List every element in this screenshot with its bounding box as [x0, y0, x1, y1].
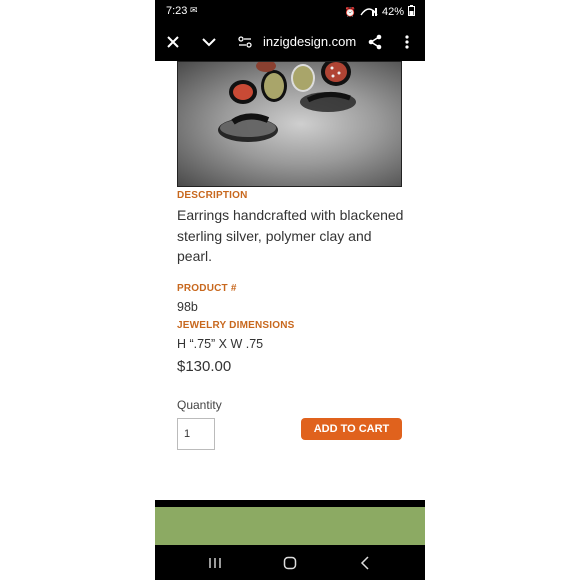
alarm-icon: ⏰: [344, 6, 356, 17]
page-settings-icon[interactable]: [233, 30, 257, 54]
more-icon[interactable]: [395, 30, 419, 54]
quantity-input[interactable]: 1: [177, 418, 215, 450]
footer-divider: [155, 500, 425, 507]
product-price: $130.00: [177, 358, 232, 375]
battery-icon: [408, 5, 415, 19]
status-bar: 7:23 ✉ ⏰ 42%: [155, 0, 425, 24]
add-to-cart-button[interactable]: ADD TO CART: [301, 418, 402, 440]
browser-toolbar: inzigdesign.com: [155, 24, 425, 61]
back-icon[interactable]: [355, 553, 375, 573]
notification-icon: ✉: [190, 5, 198, 15]
battery-percent: 42%: [381, 6, 404, 18]
product-image: [177, 61, 402, 187]
signal-icon: [360, 6, 378, 19]
jewelry-dimensions: H “.75” X W .75: [177, 337, 264, 351]
product-number: 98b: [177, 300, 198, 314]
recents-icon[interactable]: [205, 553, 225, 573]
footer-banner: [155, 507, 425, 545]
close-icon[interactable]: [161, 30, 185, 54]
status-time: 7:23: [166, 5, 188, 17]
phone-screen: 7:23 ✉ ⏰ 42% inzigdesign.com DESCRIPTION…: [155, 0, 425, 580]
share-icon[interactable]: [363, 30, 387, 54]
product-description: Earrings handcrafted with blackened ster…: [177, 207, 404, 264]
product-number-label: PRODUCT #: [177, 283, 237, 294]
status-indicators: ⏰ 42%: [345, 5, 415, 19]
description-label: DESCRIPTION: [177, 190, 248, 201]
jewelry-dimensions-label: JEWELRY DIMENSIONS: [177, 320, 295, 331]
home-icon[interactable]: [280, 553, 300, 573]
system-nav-bar: [155, 545, 425, 580]
chevron-down-icon[interactable]: [197, 30, 221, 54]
quantity-label: Quantity: [177, 398, 222, 412]
url-field[interactable]: inzigdesign.com: [263, 34, 356, 49]
